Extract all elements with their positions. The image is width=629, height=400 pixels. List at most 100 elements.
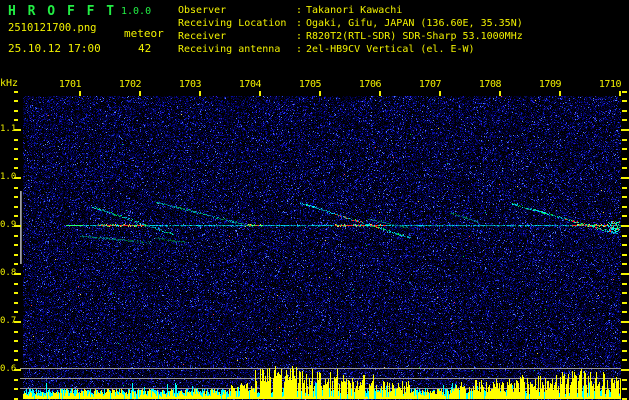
y-axis-minor-tick-right [622, 263, 627, 265]
y-axis-minor-tick-right [622, 148, 627, 150]
y-axis-minor-tick-right [622, 235, 627, 237]
y-axis-minor-tick-right [622, 311, 627, 313]
y-axis-minor-tick-right [622, 119, 627, 121]
y-axis-minor-tick-right [622, 283, 627, 285]
y-axis-minor-tick [14, 388, 18, 390]
x-axis-label: 1705 [298, 79, 322, 90]
info-label: Receiving Location [178, 18, 287, 29]
y-axis-minor-tick [14, 206, 18, 208]
info-colon: : [296, 18, 303, 29]
y-axis-minor-tick [14, 359, 18, 361]
y-axis-minor-tick [14, 158, 18, 160]
x-axis-tick [319, 91, 321, 96]
app-version: 1.0.0 [121, 6, 152, 17]
y-axis-minor-tick [14, 302, 18, 304]
y-axis-minor-tick-right [622, 110, 627, 112]
x-axis-label: 1704 [238, 79, 262, 90]
info-row-observer: Observer: Takanori Kawachi [178, 4, 523, 17]
y-axis-minor-tick-right [622, 206, 627, 208]
x-axis-label: 1709 [538, 79, 562, 90]
x-axis-label: 1702 [118, 79, 142, 90]
y-axis-minor-tick [14, 187, 18, 189]
y-axis-label: 0.7 [0, 316, 17, 326]
x-axis-tick [499, 91, 501, 96]
x-axis-label: 1708 [478, 79, 502, 90]
y-axis-major-tick-right [621, 177, 629, 179]
station-info-block: Observer: Takanori Kawachi Receiving Loca… [178, 4, 523, 56]
y-axis-minor-tick-right [622, 187, 627, 189]
x-axis-tick [439, 91, 441, 96]
y-axis-minor-tick-right [622, 215, 627, 217]
x-axis-tick [619, 91, 621, 96]
y-axis-unit-label: kHz [0, 78, 19, 89]
x-axis-tick [379, 91, 381, 96]
y-axis-minor-tick [14, 379, 18, 381]
app-title: H R O F F T [8, 4, 117, 19]
y-axis-minor-tick [14, 350, 18, 352]
info-label: Receiver [178, 31, 227, 42]
y-axis-minor-tick [14, 244, 18, 246]
output-filename: 2510121700.png [8, 22, 97, 34]
y-axis-minor-tick [14, 263, 18, 265]
y-axis-minor-tick-right [622, 100, 627, 102]
info-label: Observer [178, 5, 227, 16]
y-axis-label: 0.9 [0, 220, 17, 230]
x-axis-tick [559, 91, 561, 96]
x-axis-label: 1710 [598, 79, 622, 90]
y-axis-minor-tick-right [622, 388, 627, 390]
y-axis-minor-tick [14, 167, 18, 169]
y-axis-minor-tick-right [622, 331, 627, 333]
y-axis-minor-tick [14, 196, 18, 198]
y-axis-minor-tick [14, 215, 18, 217]
info-label: Receiving antenna [178, 44, 281, 55]
y-axis-minor-tick-right [622, 244, 627, 246]
info-value: Takanori Kawachi [306, 5, 403, 16]
y-axis-minor-tick [14, 100, 18, 102]
y-axis-minor-tick-right [622, 158, 627, 160]
y-axis-minor-tick-right [622, 254, 627, 256]
y-axis-minor-tick-right [622, 292, 627, 294]
info-colon: : [296, 31, 303, 42]
y-axis-minor-tick [14, 235, 18, 237]
y-axis-major-tick-right [621, 129, 629, 131]
y-axis-minor-tick [14, 110, 18, 112]
x-axis-tick [199, 91, 201, 96]
y-axis-label: 1.1 [0, 124, 17, 134]
hrofft-window: H R O F F T 1.0.0 2510121700.png meteor … [0, 0, 629, 400]
y-axis-minor-tick-right [622, 91, 627, 93]
y-axis-minor-tick [14, 254, 18, 256]
info-row-receiver: Receiver: R820T2(RTL-SDR) SDR-Sharp 53.10… [178, 30, 523, 43]
mode-label: meteor [124, 27, 164, 40]
info-row-antenna: Receiving antenna:2el-HB9CV Vertical (el… [178, 43, 523, 56]
y-axis-minor-tick-right [622, 196, 627, 198]
x-axis-tick [79, 91, 81, 96]
x-axis-label: 1701 [58, 79, 82, 90]
y-axis-major-tick-right [621, 225, 629, 227]
y-axis-minor-tick-right [622, 350, 627, 352]
y-axis-minor-tick [14, 292, 18, 294]
info-colon: : [296, 5, 303, 16]
y-axis-minor-tick-right [622, 302, 627, 304]
x-axis-tick [259, 91, 261, 96]
y-axis-minor-tick-right [622, 340, 627, 342]
y-axis-major-tick-right [621, 369, 629, 371]
info-value: Ogaki, Gifu, JAPAN (136.60E, 35.35N) [306, 18, 523, 29]
y-axis-label: 1.0 [0, 172, 17, 182]
info-value: 2el-HB9CV Vertical (el. E-W) [306, 44, 475, 55]
y-axis-minor-tick-right [622, 379, 627, 381]
datetime-label: 25.10.12 17:00 [8, 42, 101, 55]
y-axis-label: 0.6 [0, 364, 17, 374]
info-colon: : [296, 44, 303, 55]
x-axis-tick [139, 91, 141, 96]
info-value: R820T2(RTL-SDR) SDR-Sharp 53.1000MHz [306, 31, 523, 42]
y-axis-minor-tick [14, 340, 18, 342]
y-axis-minor-tick [14, 119, 18, 121]
y-axis-minor-tick [14, 331, 18, 333]
y-axis-label: 0.8 [0, 268, 17, 278]
echo-count: 42 [138, 42, 152, 55]
y-axis-minor-tick [14, 311, 18, 313]
y-axis-major-tick-right [621, 321, 629, 323]
y-axis-minor-tick [14, 139, 18, 141]
y-axis-minor-tick-right [622, 167, 627, 169]
x-axis-label: 1706 [358, 79, 382, 90]
